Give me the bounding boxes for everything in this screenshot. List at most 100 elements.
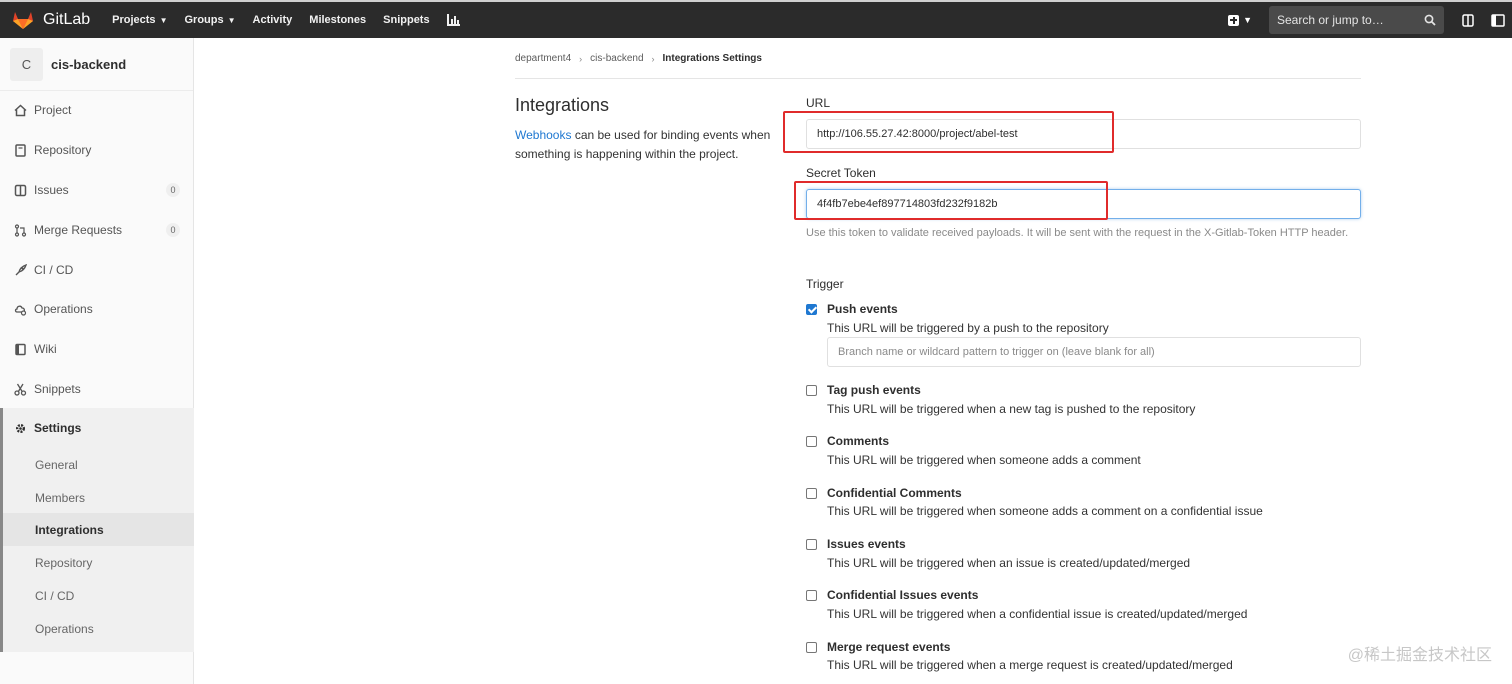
trigger-label: Trigger	[806, 277, 844, 291]
sidebar-item-repository[interactable]: Repository	[0, 130, 194, 170]
url-label: URL	[806, 96, 831, 110]
plus-square-icon	[1228, 14, 1240, 26]
project-sidebar: C cis-backend Project Repository Issues …	[0, 38, 194, 684]
sidebar-item-ci-cd[interactable]: CI / CD	[0, 250, 194, 290]
scissors-icon	[14, 383, 27, 396]
secret-token-label: Secret Token	[806, 166, 876, 180]
branch-filter-input[interactable]: Branch name or wildcard pattern to trigg…	[827, 337, 1361, 367]
home-icon	[14, 103, 27, 116]
project-header[interactable]: C cis-backend	[0, 38, 193, 91]
chevron-down-icon: ▼	[227, 15, 236, 25]
nav-projects-label: Projects	[112, 14, 156, 26]
sidebar-item-label: Project	[34, 103, 72, 117]
search-input[interactable]: Search or jump to…	[1269, 6, 1444, 34]
sidebar-item-label: CI / CD	[34, 263, 74, 277]
confidential-issues-events-desc: This URL will be triggered when a confid…	[827, 607, 1248, 621]
tag-push-events-checkbox[interactable]	[806, 385, 817, 396]
push-events-title: Push events	[827, 302, 898, 316]
webhooks-link[interactable]: Webhooks	[515, 128, 571, 142]
nav-groups-label: Groups	[184, 14, 224, 26]
sidebar-subitem-ci-cd[interactable]: CI / CD	[3, 579, 194, 612]
merge-request-events-desc: This URL will be triggered when a merge …	[827, 658, 1233, 672]
sidebar-subitem-repository[interactable]: Repository	[3, 546, 194, 579]
search-placeholder: Search or jump to…	[1277, 13, 1384, 27]
breadcrumb-group[interactable]: department4	[515, 53, 571, 64]
push-events-desc: This URL will be triggered by a push to …	[827, 321, 1109, 335]
nav-groups[interactable]: Groups ▼	[184, 14, 235, 26]
section-description: Webhooks can be used for binding events …	[515, 126, 785, 164]
confidential-comments-title: Confidential Comments	[827, 486, 962, 500]
secret-token-help: Use this token to validate received payl…	[806, 227, 1349, 239]
cloud-gear-icon	[14, 305, 27, 316]
sidebar-item-label: Wiki	[34, 342, 57, 356]
sidebar-item-operations[interactable]: Operations	[0, 289, 194, 329]
breadcrumb-project[interactable]: cis-backend	[590, 53, 643, 64]
annotation-box	[783, 111, 1114, 153]
merge-request-icon	[14, 223, 27, 237]
push-events-checkbox[interactable]	[806, 304, 817, 315]
breadcrumb-current[interactable]: Integrations Settings	[663, 53, 762, 64]
confidential-issues-events-title: Confidential Issues events	[827, 588, 979, 602]
sidebar-subitem-operations[interactable]: Operations	[3, 612, 194, 645]
avatar: C	[10, 47, 43, 81]
tag-push-events-desc: This URL will be triggered when a new ta…	[827, 402, 1196, 416]
sidebar-item-merge-requests[interactable]: Merge Requests 0	[0, 210, 194, 250]
tag-push-events-title: Tag push events	[827, 383, 921, 397]
nav-milestones[interactable]: Milestones	[309, 14, 366, 26]
new-dropdown-button[interactable]: ▼	[1228, 14, 1252, 26]
confidential-comments-desc: This URL will be triggered when someone …	[827, 504, 1263, 518]
gitlab-logo-icon	[13, 12, 33, 29]
wiki-icon	[15, 343, 26, 355]
merge-requests-count-badge: 0	[166, 223, 180, 237]
search-icon	[1424, 14, 1436, 26]
sidebar-item-snippets[interactable]: Snippets	[0, 369, 194, 409]
sidebar-item-label: Repository	[34, 143, 92, 157]
watermark: @稀土掘金技术社区	[1347, 647, 1492, 664]
merge-request-events-checkbox[interactable]	[806, 642, 817, 653]
issues-icon	[14, 184, 27, 196]
breadcrumb: department4 › cis-backend › Integrations…	[515, 53, 762, 64]
nav-snippets[interactable]: Snippets	[383, 14, 429, 26]
chevron-right-icon: ›	[651, 53, 655, 64]
comments-desc: This URL will be triggered when someone …	[827, 453, 1141, 467]
comments-checkbox[interactable]	[806, 436, 817, 447]
issues-events-desc: This URL will be triggered when an issue…	[827, 556, 1191, 570]
issues-icon[interactable]	[1462, 13, 1474, 27]
rocket-icon	[15, 263, 27, 275]
merge-request-events-title: Merge request events	[827, 640, 951, 654]
annotation-box	[794, 181, 1108, 220]
sidebar-item-label: Merge Requests	[34, 223, 123, 237]
sidebar-item-wiki[interactable]: Wiki	[0, 329, 194, 369]
gear-icon	[16, 423, 25, 433]
sidebar-subitem-general[interactable]: General	[3, 448, 194, 481]
brand[interactable]: GitLab	[12, 2, 90, 38]
top-navbar: GitLab Projects ▼ Groups ▼ Activity Milest…	[0, 0, 1512, 38]
sidebar-item-label: Operations	[34, 302, 93, 316]
nav-projects[interactable]: Projects ▼	[112, 14, 167, 26]
nav-activity[interactable]: Activity	[253, 14, 293, 26]
divider	[515, 78, 1361, 79]
book-icon	[15, 143, 26, 157]
sidebar-item-settings[interactable]: Settings	[0, 408, 194, 448]
sidebar-item-label: Settings	[34, 421, 82, 435]
chevron-right-icon: ›	[579, 53, 583, 64]
sidebar-toggle-icon[interactable]	[1491, 13, 1505, 27]
confidential-issues-events-checkbox[interactable]	[806, 590, 817, 601]
chart-icon[interactable]	[446, 14, 460, 26]
project-name: cis-backend	[51, 56, 127, 72]
sidebar-item-label: Snippets	[34, 382, 81, 396]
sidebar-item-issues[interactable]: Issues 0	[0, 170, 194, 210]
chevron-down-icon: ▼	[1243, 15, 1252, 25]
sidebar-item-label: Issues	[34, 183, 69, 197]
chevron-down-icon: ▼	[159, 15, 168, 25]
sidebar-subitem-members[interactable]: Members	[3, 481, 194, 514]
issues-events-checkbox[interactable]	[806, 539, 817, 550]
issues-events-title: Issues events	[827, 537, 906, 551]
sidebar-subitem-integrations[interactable]: Integrations	[3, 513, 194, 546]
sidebar-item-project[interactable]: Project	[0, 90, 194, 130]
comments-title: Comments	[827, 434, 890, 448]
issues-count-badge: 0	[166, 183, 180, 197]
page-title: Integrations	[515, 95, 610, 115]
confidential-comments-checkbox[interactable]	[806, 488, 817, 499]
settings-section: Settings General Members Integrations Re…	[0, 408, 194, 652]
